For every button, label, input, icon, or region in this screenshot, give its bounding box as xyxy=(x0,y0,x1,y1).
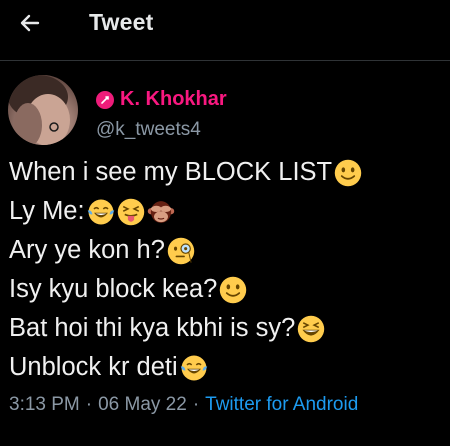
tweet-line-text: Bat hoi thi kya kbhi is sy? xyxy=(9,314,296,342)
author-handle[interactable]: @k_tweets4 xyxy=(96,119,201,141)
author-name: K. Khokhar xyxy=(120,88,227,110)
tweet-meta: 3:13 PM · 06 May 22 · Twitter for Androi… xyxy=(9,394,358,416)
tweet-date[interactable]: 06 May 22 xyxy=(98,394,187,416)
author-row[interactable]: K. Khokhar xyxy=(96,88,227,111)
tweet-line-text: Isy kyu block kea? xyxy=(9,275,218,303)
tweet-line: Bat hoi thi kya kbhi is sy? xyxy=(9,309,449,348)
tweet-line: When i see my BLOCK LIST xyxy=(9,153,449,192)
header-divider xyxy=(0,60,450,61)
meta-separator: · xyxy=(192,394,200,415)
tweet-line-text: When i see my BLOCK LIST xyxy=(9,158,333,186)
tweet-line: Unblock kr deti xyxy=(9,348,449,387)
tweet-time[interactable]: 3:13 PM xyxy=(9,394,80,416)
tweet-line-text: Ary ye kon h? xyxy=(9,236,165,264)
see-no-evil-monkey-icon xyxy=(147,200,174,223)
avatar-image xyxy=(8,75,70,145)
tweet-line: Ly Me: xyxy=(9,192,449,231)
face-with-tears-of-joy-icon xyxy=(180,355,207,380)
slightly-smiling-face-icon xyxy=(334,159,362,186)
tweet-line: Ary ye kon h? xyxy=(9,231,449,270)
back-button[interactable] xyxy=(17,10,43,36)
tweet-line-text: Unblock kr deti xyxy=(9,353,178,381)
grinning-squinting-face-icon xyxy=(298,315,325,342)
face-with-monocle-icon xyxy=(167,237,195,264)
avatar[interactable] xyxy=(8,75,78,145)
slightly-smiling-face-icon xyxy=(220,276,247,303)
pink-circle-icon xyxy=(96,90,114,109)
arrow-left-icon xyxy=(20,14,40,32)
tweet-line-text: Ly Me: xyxy=(9,197,85,225)
meta-separator: · xyxy=(85,394,93,415)
face-with-tears-of-joy-icon xyxy=(87,199,114,224)
squinting-face-with-tongue-icon xyxy=(117,198,144,225)
tweet-source-link[interactable]: Twitter for Android xyxy=(205,394,358,416)
tweet-text: When i see my BLOCK LIST Ly Me: Ary ye k… xyxy=(9,153,449,387)
page-title: Tweet xyxy=(89,9,154,35)
top-bar: Tweet xyxy=(0,0,450,48)
tweet-line: Isy kyu block kea? xyxy=(9,270,449,309)
